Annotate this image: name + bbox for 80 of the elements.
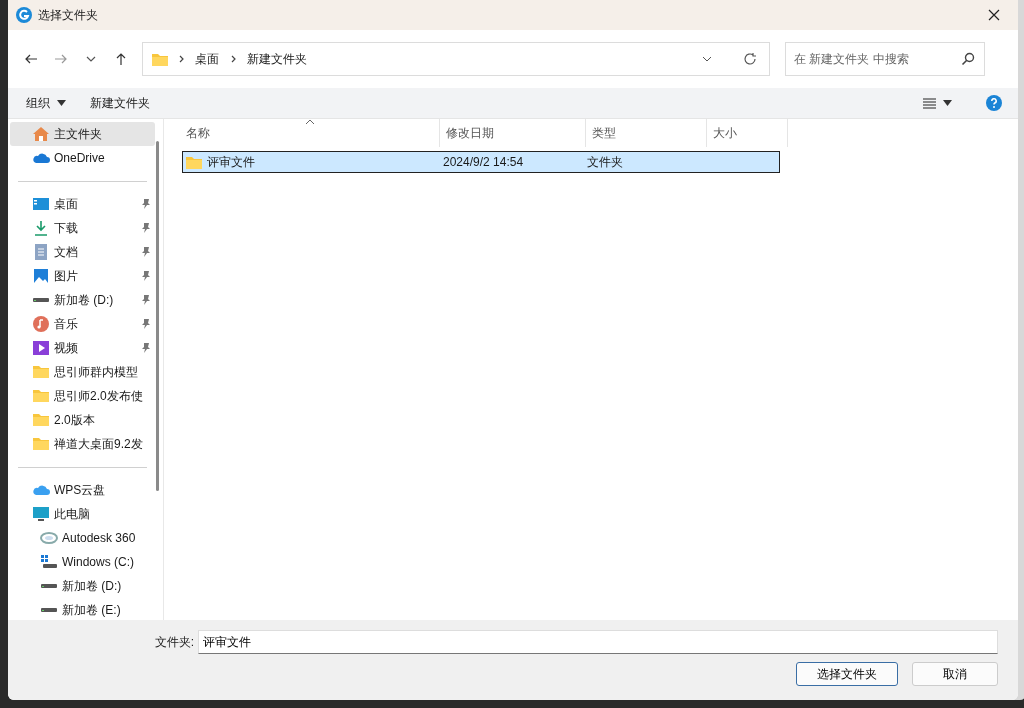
picture-icon: [32, 267, 50, 285]
drive-icon: [41, 608, 57, 612]
organize-menu-button[interactable]: 组织: [18, 91, 74, 115]
sidebar-item[interactable]: 主文件夹: [10, 122, 155, 146]
address-bar[interactable]: 桌面 新建文件夹: [142, 42, 770, 76]
search-field[interactable]: 在 新建文件夹 中搜索: [785, 42, 985, 76]
select-folder-button[interactable]: 选择文件夹: [796, 662, 898, 686]
pin-icon: [141, 318, 151, 330]
windows-drive-icon: [40, 553, 58, 571]
sidebar-item[interactable]: OneDrive: [10, 146, 155, 170]
sidebar-item[interactable]: Autodesk 360: [10, 526, 155, 550]
sidebar-item[interactable]: 文档: [10, 240, 155, 264]
video-play-icon: [32, 339, 50, 357]
folder-icon: [32, 387, 50, 405]
monitor-icon: [32, 505, 50, 523]
close-icon: [988, 9, 1000, 21]
pin-icon: [141, 294, 151, 306]
cancel-button[interactable]: 取消: [912, 662, 998, 686]
folder-label: 文件夹:: [154, 633, 194, 651]
dropdown-chevron-icon[interactable]: [702, 55, 712, 63]
pin-icon: [141, 246, 151, 258]
sidebar-item[interactable]: 视频: [10, 336, 155, 360]
drive-icon: [41, 584, 57, 588]
column-header[interactable]: 大小: [707, 119, 788, 147]
column-header[interactable]: 类型: [586, 119, 707, 147]
pin-icon: [141, 198, 151, 210]
sort-ascending-icon: [305, 119, 315, 125]
folder-icon: [32, 411, 50, 429]
home-icon: [32, 125, 50, 143]
pin-icon: [141, 222, 151, 234]
file-type: 文件夹: [587, 153, 624, 171]
sidebar-item[interactable]: 此电脑: [10, 502, 155, 526]
file-name: 评审文件: [207, 153, 255, 171]
file-date: 2024/9/2 14:54: [443, 155, 525, 169]
folder-icon: [151, 51, 169, 67]
pin-icon: [141, 342, 151, 354]
sidebar-item[interactable]: 下载: [10, 216, 155, 240]
sidebar-item[interactable]: 新加卷 (D:): [10, 574, 155, 598]
new-folder-button[interactable]: 新建文件夹: [82, 91, 158, 115]
folder-name-field[interactable]: 评审文件: [198, 630, 998, 654]
sidebar-item[interactable]: 桌面: [10, 192, 155, 216]
up-icon: [114, 52, 128, 66]
breadcrumb[interactable]: 桌面: [195, 50, 219, 68]
sidebar-item[interactable]: 新加卷 (D:): [10, 288, 155, 312]
desktop-icon: [32, 195, 50, 213]
list-view-icon: [923, 97, 936, 109]
sidebar-item[interactable]: 新加卷 (E:): [10, 598, 155, 620]
download-arrow-icon: [32, 219, 50, 237]
back-icon: [24, 52, 38, 66]
forward-icon: [54, 52, 68, 66]
breadcrumb[interactable]: 新建文件夹: [247, 50, 307, 68]
sidebar-item[interactable]: Windows (C:): [10, 550, 155, 574]
scrollbar-thumb[interactable]: [156, 141, 159, 491]
cloud-swirl-icon: [40, 529, 58, 547]
sidebar-item[interactable]: 音乐: [10, 312, 155, 336]
refresh-icon[interactable]: [743, 52, 757, 66]
music-note-icon: [32, 315, 50, 333]
window-title: 选择文件夹: [38, 6, 99, 24]
file-row[interactable]: 评审文件 2024/9/2 14:54 文件夹: [182, 151, 780, 173]
pin-icon: [141, 270, 151, 282]
document-icon: [32, 243, 50, 261]
sidebar-item[interactable]: WPS云盘: [10, 478, 155, 502]
column-header[interactable]: 修改日期: [440, 119, 586, 147]
chevron-right-icon: [230, 54, 238, 64]
sidebar-item[interactable]: 思引师2.0发布使: [10, 384, 155, 408]
help-icon: [986, 95, 1002, 111]
search-icon: [961, 52, 975, 66]
app-logo-icon: [16, 7, 32, 23]
sidebar-item[interactable]: 2.0版本: [10, 408, 155, 432]
sidebar-item[interactable]: 图片: [10, 264, 155, 288]
chevron-right-icon: [178, 54, 186, 64]
caret-down-icon: [943, 100, 952, 106]
column-header[interactable]: 名称: [182, 119, 440, 147]
sidebar-item[interactable]: 禅道大桌面9.2发: [10, 432, 155, 456]
sidebar-item[interactable]: 思引师群内模型: [10, 360, 155, 384]
drive-icon: [33, 298, 49, 302]
folder-icon: [185, 154, 203, 170]
caret-down-icon: [57, 100, 66, 106]
folder-icon: [32, 435, 50, 453]
folder-icon: [32, 363, 50, 381]
